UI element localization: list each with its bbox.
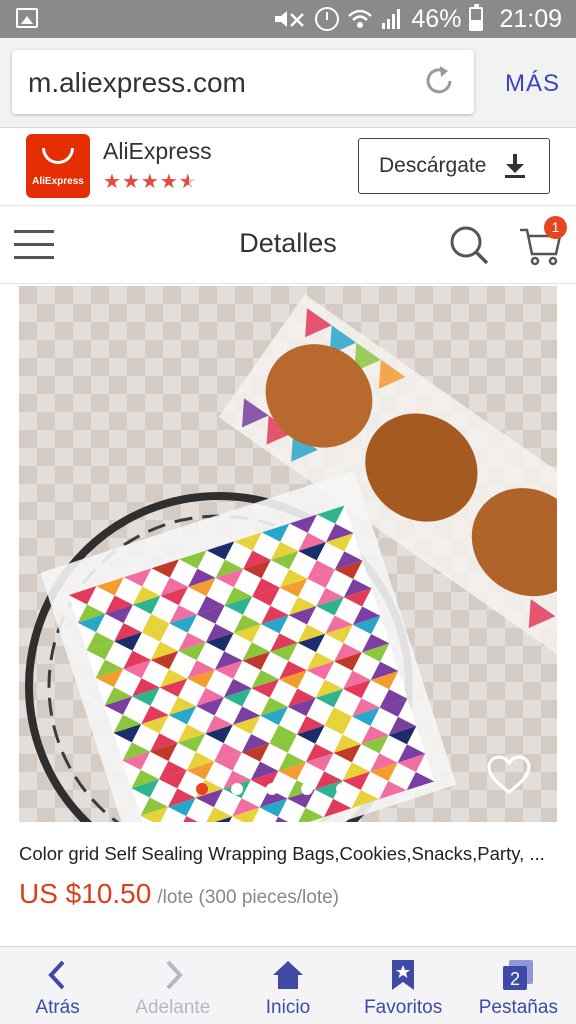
reload-icon[interactable] (422, 64, 456, 98)
star-icon: ★ (159, 171, 178, 193)
mute-icon (275, 11, 305, 27)
gallery-icon (16, 8, 38, 28)
address-bar[interactable]: m.aliexpress.com (12, 50, 474, 114)
pager-dot[interactable] (336, 783, 348, 795)
aliexpress-logo[interactable]: AliExpress (26, 134, 90, 198)
wifi-icon (348, 9, 373, 28)
nav-tabs-button[interactable]: 2 Pestañas (461, 947, 576, 1024)
product-image[interactable] (19, 286, 557, 822)
nav-back-button[interactable]: Atrás (0, 947, 115, 1024)
signal-icon (382, 9, 401, 29)
bookmark-star-icon (392, 960, 415, 990)
chevron-left-icon (47, 960, 65, 990)
nav-favorites-button[interactable]: Favoritos (346, 947, 461, 1024)
product-title[interactable]: Color grid Self Sealing Wrapping Bags,Co… (19, 843, 559, 865)
download-label: Descárgate (379, 154, 487, 177)
nav-label: Inicio (265, 997, 311, 1018)
alarm-icon (315, 7, 340, 31)
star-icon: ★ (103, 171, 121, 193)
tabs-icon: 2 (503, 960, 534, 990)
tab-count: 2 (510, 969, 520, 989)
bottom-navigation: Atrás Adelante Inicio Favoritos 2 Pestañ… (0, 946, 576, 1024)
price-unit: /lote (300 pieces/lote) (157, 887, 339, 908)
chevron-right-icon (166, 960, 183, 990)
status-bar: 46% 21:09 (0, 0, 576, 38)
product-photo (25, 294, 557, 822)
app-install-banner: AliExpress AliExpress ★ ★ ★ ★ ★ Descárga… (0, 128, 576, 206)
more-button[interactable]: MÁS (505, 70, 560, 98)
cart-count-badge: 1 (544, 216, 567, 239)
pager-dot[interactable] (266, 783, 278, 795)
nav-label: Atrás (35, 997, 80, 1018)
nav-label: Pestañas (478, 997, 558, 1018)
app-name: AliExpress (103, 138, 212, 164)
download-app-button[interactable]: Descárgate (358, 138, 550, 194)
favorite-heart-icon[interactable] (486, 754, 532, 796)
nav-label: Adelante (135, 997, 211, 1018)
battery-percent: 46% (411, 4, 462, 33)
home-icon (272, 961, 303, 989)
browser-toolbar: m.aliexpress.com MÁS (0, 38, 576, 128)
app-rating: ★ ★ ★ ★ ★ (103, 172, 197, 192)
product-price: US $10.50 (19, 878, 152, 909)
star-icon: ★ (140, 171, 159, 193)
search-icon[interactable] (448, 224, 490, 266)
pager-dot[interactable] (371, 783, 383, 795)
battery-icon (469, 4, 484, 31)
half-star-icon: ★ (178, 171, 197, 193)
clock: 21:09 (499, 4, 562, 33)
price-row: US $10.50 /lote (300 pieces/lote) (19, 878, 339, 910)
star-icon: ★ (121, 171, 140, 193)
nav-home-button[interactable]: Inicio (230, 947, 345, 1024)
nav-label: Favoritos (364, 997, 443, 1018)
nav-forward-button[interactable]: Adelante (115, 947, 230, 1024)
pager-dot[interactable] (231, 783, 243, 795)
download-icon (505, 154, 525, 178)
image-pager (196, 783, 383, 795)
logo-text: AliExpress (32, 176, 84, 187)
pager-dot[interactable] (196, 783, 208, 795)
page-header: Detalles (0, 206, 576, 284)
pager-dot[interactable] (301, 783, 313, 795)
url-text[interactable]: m.aliexpress.com (28, 67, 246, 99)
